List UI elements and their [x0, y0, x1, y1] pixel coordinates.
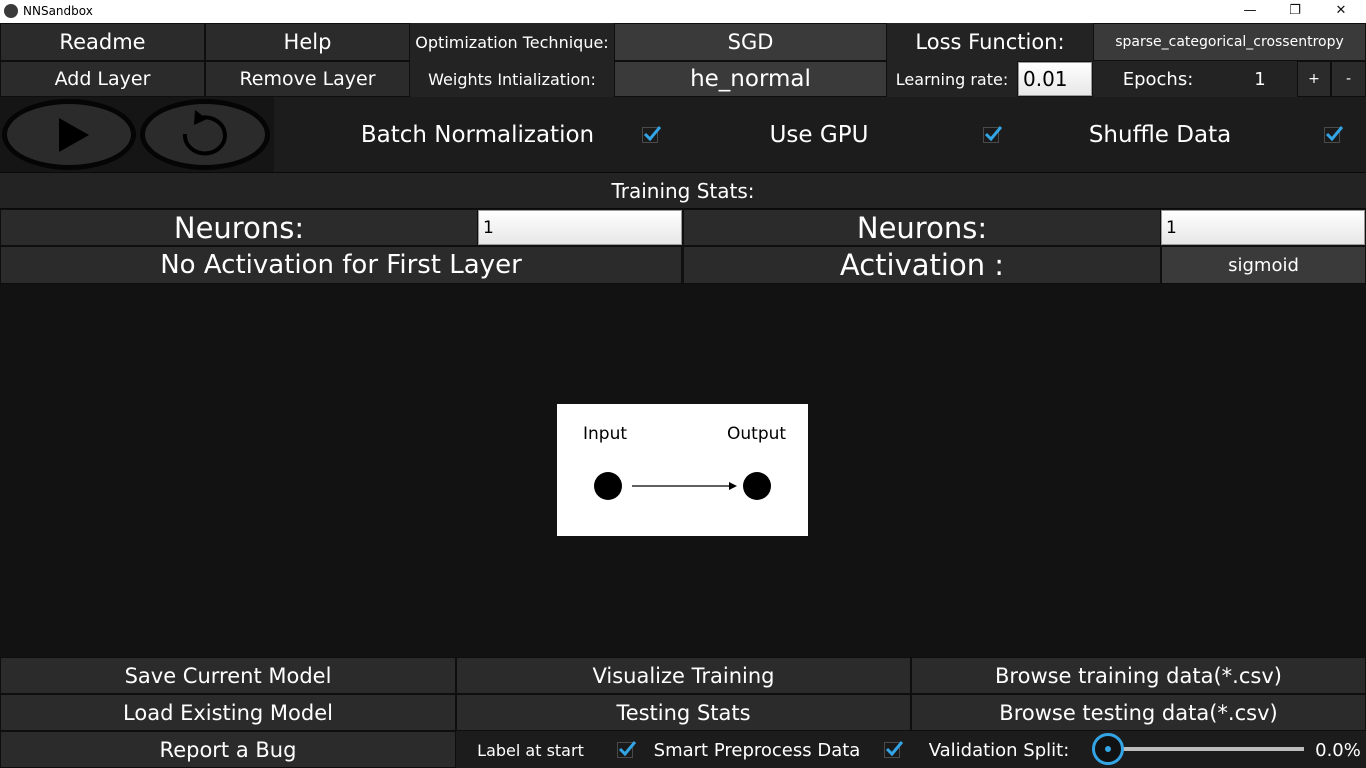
slider-track — [1108, 747, 1304, 751]
network-graph — [594, 472, 771, 500]
remove-layer-button[interactable]: Remove Layer — [205, 61, 410, 97]
control-panel — [0, 97, 274, 172]
network-diagram: Input Output — [557, 404, 808, 536]
save-model-button[interactable]: Save Current Model — [0, 657, 456, 694]
maximize-button[interactable]: ❐ — [1272, 0, 1318, 23]
optimization-label: Optimization Technique: — [410, 23, 614, 61]
smart-preprocess-label: Smart Preprocess Data — [653, 739, 861, 761]
checkmark-icon — [1325, 126, 1343, 142]
optimization-dropdown[interactable]: SGD — [614, 23, 887, 61]
shuffle-label: Shuffle Data — [1088, 122, 1232, 148]
validation-split-label: Validation Split: — [928, 739, 1070, 761]
add-layer-button[interactable]: Add Layer — [0, 61, 205, 97]
title-bar: NNSandbox — ❐ ✕ — [0, 0, 1366, 23]
slider-thumb[interactable] — [1092, 733, 1124, 765]
neurons-label-left: Neurons: — [0, 209, 478, 246]
window-title: NNSandbox — [23, 4, 93, 18]
testing-stats-button[interactable]: Testing Stats — [456, 694, 911, 731]
loss-label: Loss Function: — [887, 23, 1093, 61]
slider-thumb-dot — [1105, 746, 1111, 752]
smart-preprocess-checkbox[interactable] — [884, 741, 903, 758]
close-button[interactable]: ✕ — [1318, 0, 1364, 23]
use-gpu-checkbox[interactable] — [983, 126, 1002, 143]
neurons-label-right: Neurons: — [683, 209, 1161, 246]
weights-label: Weights Intialization: — [410, 61, 614, 97]
report-bug-button[interactable]: Report a Bug — [0, 731, 456, 768]
learning-rate-label: Learning rate: — [887, 61, 1017, 97]
validation-split-value: 0.0% — [1315, 739, 1361, 761]
app-icon — [4, 4, 18, 18]
play-button[interactable] — [2, 99, 136, 170]
visualize-training-button[interactable]: Visualize Training — [456, 657, 911, 694]
checkmark-icon — [984, 126, 1002, 142]
output-node — [743, 472, 771, 500]
use-gpu-label: Use GPU — [769, 122, 869, 148]
input-node — [594, 472, 622, 500]
play-icon — [59, 118, 89, 152]
activation-label: Activation : — [683, 246, 1161, 284]
no-activation-label: No Activation for First Layer — [0, 246, 682, 284]
neurons-input-right[interactable]: 1 — [1161, 210, 1365, 245]
weights-dropdown[interactable]: he_normal — [614, 61, 887, 97]
batch-norm-label: Batch Normalization — [360, 122, 595, 148]
browse-training-button[interactable]: Browse training data(*.csv) — [911, 657, 1366, 694]
neurons-input-left[interactable]: 1 — [478, 210, 682, 245]
checkmark-icon — [885, 741, 903, 757]
readme-button[interactable]: Readme — [0, 23, 205, 61]
reset-button[interactable] — [140, 99, 270, 170]
validation-split-slider[interactable] — [1092, 732, 1308, 766]
minimize-button[interactable]: — — [1227, 0, 1273, 23]
learning-rate-input[interactable]: 0.01 — [1018, 62, 1092, 96]
browse-testing-button[interactable]: Browse testing data(*.csv) — [911, 694, 1366, 731]
label-at-start-checkbox[interactable] — [617, 741, 636, 758]
shuffle-checkbox[interactable] — [1324, 126, 1343, 143]
help-button[interactable]: Help — [205, 23, 410, 61]
epochs-minus-button[interactable]: - — [1331, 61, 1366, 97]
activation-dropdown[interactable]: sigmoid — [1161, 246, 1366, 284]
epochs-value: 1 — [1223, 61, 1297, 97]
load-model-button[interactable]: Load Existing Model — [0, 694, 456, 731]
epochs-label: Epochs: — [1093, 61, 1223, 97]
loss-dropdown[interactable]: sparse_categorical_crossentropy — [1093, 23, 1366, 61]
reset-icon — [182, 110, 227, 156]
epochs-plus-button[interactable]: + — [1297, 61, 1331, 97]
batch-norm-checkbox[interactable] — [642, 126, 661, 143]
checkmark-icon — [643, 126, 661, 142]
label-at-start-label: Label at start — [477, 740, 584, 760]
checkmark-icon — [618, 741, 636, 757]
arrow-head-icon — [729, 482, 737, 490]
training-stats-label: Training Stats: — [0, 172, 1366, 209]
